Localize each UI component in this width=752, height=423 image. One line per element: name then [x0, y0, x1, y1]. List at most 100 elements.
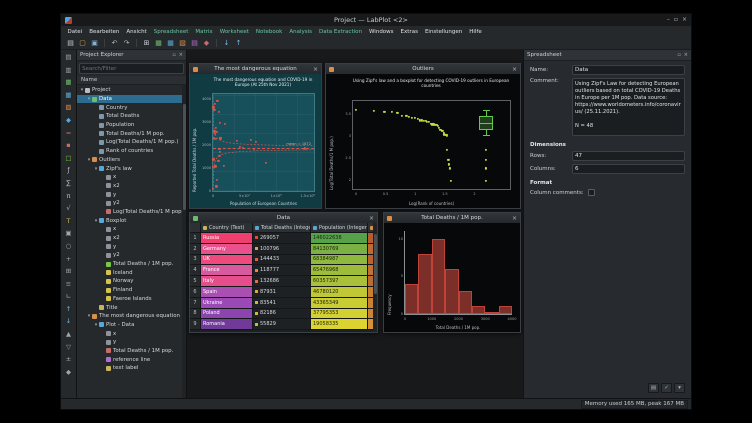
close-icon[interactable]: × [512, 66, 517, 73]
tree-item-boxplot[interactable]: ▾Boxplot [77, 216, 186, 225]
cell-total-deaths[interactable]: 144433 [253, 255, 311, 266]
cell-total-deaths[interactable]: 55829 [253, 319, 311, 330]
cell-total-deaths[interactable]: 132686 [253, 276, 311, 287]
window-histogram[interactable]: Total Deaths / 1M pop. × 010002000300040… [383, 212, 521, 333]
cell-total-deaths[interactable]: 87931 [253, 287, 311, 298]
table-row[interactable]: 9Romania5582919058335 [190, 319, 377, 330]
undo-icon[interactable]: ↶ [109, 38, 120, 49]
tree-item-finland[interactable]: Finland [77, 286, 186, 295]
redo-icon[interactable]: ↷ [121, 38, 132, 49]
menu-ansicht[interactable]: Ansicht [123, 29, 150, 35]
cell-country[interactable]: Spain [201, 287, 253, 298]
menu-windows[interactable]: Windows [365, 29, 397, 35]
sqrt-tool-icon[interactable]: √ [63, 203, 74, 213]
apply-button[interactable]: ✓ [661, 383, 672, 393]
subwindow-titlebar[interactable]: Data × [190, 213, 377, 223]
xy-curve-icon[interactable]: ≈ [63, 128, 74, 138]
new-worksheet-icon[interactable]: ▧ [177, 38, 188, 49]
legend-tool-icon[interactable]: ≡ [63, 279, 74, 289]
columns-input[interactable] [572, 164, 685, 174]
table-row[interactable]: 4France11877765476968 [190, 265, 377, 276]
new-datapicker-icon[interactable]: ◆ [201, 38, 212, 49]
titlebar[interactable]: Project — LabPlot <2> –▫× [61, 14, 691, 26]
menu-analysis[interactable]: Analysis [286, 29, 316, 35]
cell-population[interactable]: 68384987 [311, 255, 368, 266]
subwindow-titlebar[interactable]: The most dangerous equation × [190, 64, 321, 74]
menu-einstellungen[interactable]: Einstellungen [421, 29, 465, 35]
close-icon[interactable]: × [682, 16, 687, 24]
tree-item-outliers[interactable]: ▾Outliers [77, 156, 186, 165]
column-header-total-deaths-integer[interactable]: Total Deaths (Integer) [253, 223, 311, 233]
import-tool-icon[interactable]: ↓ [63, 316, 74, 326]
tree-item-y[interactable]: y [77, 242, 186, 251]
calculator-tool-icon[interactable]: ± [63, 354, 74, 364]
table-row[interactable]: 8Poland8218637795353 [190, 309, 377, 320]
scrollbar-thumb[interactable] [374, 234, 377, 294]
boxplot-tool-icon[interactable]: □ [63, 153, 74, 163]
rows-input[interactable] [572, 151, 685, 161]
cell-population[interactable]: 46780120 [311, 287, 368, 298]
save-template-button[interactable]: ▤ [648, 383, 659, 393]
tree-item-y[interactable]: y [77, 338, 186, 347]
tree-item-iceland[interactable]: Iceland [77, 268, 186, 277]
menu-notebook[interactable]: Notebook [252, 29, 285, 35]
table-row[interactable]: 3UK14443368384987 [190, 255, 377, 266]
tree-item-the-most-dangerous-equation[interactable]: ▾The most dangerous equation [77, 312, 186, 321]
new-folder-icon[interactable]: ⊞ [141, 38, 152, 49]
cell-country[interactable]: Russia [201, 233, 253, 244]
cell-total-deaths[interactable]: 269057 [253, 233, 311, 244]
maximize-icon[interactable]: ▫ [674, 16, 678, 24]
name-input[interactable] [572, 65, 685, 75]
constant-tool-icon[interactable]: π [63, 191, 74, 201]
export-data-icon[interactable]: ↑ [233, 38, 244, 49]
table-row[interactable]: 1Russia269057146022638 [190, 233, 377, 244]
tree-item-y2[interactable]: y2 [77, 199, 186, 208]
cell-country[interactable]: France [201, 265, 253, 276]
cell-total-deaths[interactable]: 100796 [253, 244, 311, 255]
tree-item-faeroe-islands[interactable]: Faeroe Islands [77, 295, 186, 304]
tree-item-x[interactable]: x [77, 225, 186, 234]
cell-population[interactable]: 65476968 [311, 265, 368, 276]
open-project-icon[interactable]: ▢ [77, 38, 88, 49]
menu-hilfe[interactable]: Hilfe [466, 29, 486, 35]
properties-panel-icon[interactable]: ▥ [63, 65, 74, 75]
histogram-tool-icon[interactable]: ▪ [63, 140, 74, 150]
tree-item-rank-of-countries[interactable]: Rank of countries [77, 147, 186, 156]
cell-population[interactable]: 84130769 [311, 244, 368, 255]
new-matrix-icon[interactable]: ▦ [63, 90, 74, 100]
window-most-dangerous-equation[interactable]: The most dangerous equation × The most d… [189, 63, 322, 209]
new-notebook-icon[interactable]: ▤ [189, 38, 200, 49]
tree-item-text-label[interactable]: text label [77, 364, 186, 373]
settings-tool-icon[interactable]: ◆ [63, 367, 74, 377]
corner-cell[interactable] [190, 223, 201, 233]
save-project-icon[interactable]: ▣ [89, 38, 100, 49]
cell-population[interactable]: 43365349 [311, 298, 368, 309]
project-explorer-titlebar[interactable]: Project Explorer ▫ × [77, 50, 186, 61]
column-comments-checkbox[interactable] [588, 189, 595, 196]
table-row[interactable]: 7Ukraine8354143365349 [190, 298, 377, 309]
cell-population[interactable]: 37795353 [311, 309, 368, 320]
filter-tool-icon[interactable]: ▽ [63, 342, 74, 352]
new-plot-icon[interactable]: ◆ [63, 115, 74, 125]
subwindow-titlebar[interactable]: Outliers × [326, 64, 520, 74]
tree-item-x2[interactable]: x2 [77, 182, 186, 191]
export-tool-icon[interactable]: ↑ [63, 304, 74, 314]
subwindow-titlebar[interactable]: Total Deaths / 1M pop. × [384, 213, 520, 223]
menu-data-extraction[interactable]: Data Extraction [316, 29, 366, 35]
tree-item-y2[interactable]: y2 [77, 251, 186, 260]
tree-item-total-deaths-1-m-pop[interactable]: Total Deaths/1 M pop. [77, 129, 186, 138]
tree-item-project[interactable]: ▾Project [77, 86, 186, 95]
cell-population[interactable]: 19058335 [311, 319, 368, 330]
window-outliers[interactable]: Outliers × Using Zipf's law and a boxplo… [325, 63, 521, 209]
tree-item-norway[interactable]: Norway [77, 277, 186, 286]
menu-worksheet[interactable]: Worksheet [216, 29, 252, 35]
tree-item-log-total-deaths-1-m-pop[interactable]: Log(Total Deaths/1 M pop.) [77, 208, 186, 217]
tree-item-zipf-s-law[interactable]: ▾Zipf's law [77, 164, 186, 173]
menu-spreadsheet[interactable]: Spreadsheet [150, 29, 192, 35]
search-input[interactable] [82, 66, 181, 72]
tree-item-y[interactable]: y [77, 190, 186, 199]
tree-item-total-deaths-1m-pop[interactable]: Total Deaths / 1M pop. [77, 347, 186, 356]
cell-country[interactable]: Germany [201, 244, 253, 255]
cell-population[interactable]: 146022638 [311, 233, 368, 244]
close-icon[interactable]: × [313, 66, 318, 73]
